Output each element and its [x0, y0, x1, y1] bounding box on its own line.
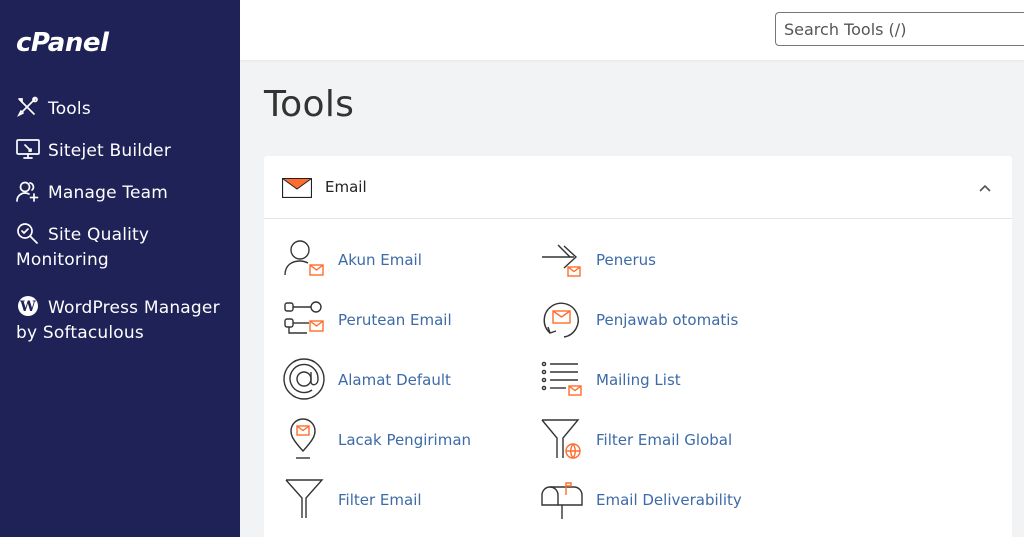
tool-email-routing[interactable]: Perutean Email: [282, 297, 532, 345]
default-address-icon: [282, 357, 326, 401]
chevron-up-icon[interactable]: [978, 180, 992, 194]
global-filter-icon: [540, 417, 584, 461]
tool-default-address[interactable]: Alamat Default: [282, 357, 532, 405]
page-title: Tools: [264, 84, 355, 125]
tool-label: Akun Email: [338, 251, 422, 269]
track-delivery-icon: [282, 417, 326, 461]
sidebar: cPanel Tools Sitejet Builder Manage Team: [0, 0, 240, 537]
tool-label: Penjawab otomatis: [596, 311, 739, 329]
sidebar-nav: Tools Sitejet Builder Manage Team Site Q…: [0, 88, 240, 354]
tool-label: Penerus: [596, 251, 656, 269]
email-section: Email Akun Email Penerus Perutean Email …: [264, 156, 1012, 537]
tool-label: Filter Email: [338, 491, 422, 509]
tool-label: Perutean Email: [338, 311, 452, 329]
magnifier-icon: [16, 222, 42, 244]
wordpress-icon: W: [16, 295, 42, 317]
mailbox-icon: [540, 477, 584, 521]
tools-icon: [16, 96, 42, 118]
sidebar-item-label: Manage Team: [48, 183, 169, 203]
section-title: Email: [325, 178, 367, 196]
search-input[interactable]: [775, 12, 1024, 46]
tool-email-deliverability[interactable]: Email Deliverability: [540, 477, 790, 525]
sidebar-item-manage-team[interactable]: Manage Team: [0, 172, 240, 214]
tool-email-filters[interactable]: Filter Email: [282, 477, 532, 525]
tool-label: Email Deliverability: [596, 491, 742, 509]
top-bar: [240, 0, 1024, 60]
tool-forwarders[interactable]: Penerus: [540, 237, 790, 285]
tool-email-accounts[interactable]: Akun Email: [282, 237, 532, 285]
cpanel-logo[interactable]: cPanel: [16, 28, 109, 58]
tool-label: Alamat Default: [338, 371, 451, 389]
email-section-header[interactable]: Email: [264, 156, 1012, 219]
autoresponders-icon: [540, 297, 584, 341]
sidebar-item-site-quality-monitoring[interactable]: Site Quality Monitoring: [0, 214, 240, 281]
email-accounts-icon: [282, 237, 326, 281]
tool-label: Filter Email Global: [596, 431, 733, 449]
tool-autoresponders[interactable]: Penjawab otomatis: [540, 297, 790, 345]
email-filter-icon: [282, 477, 326, 521]
envelope-icon: [280, 177, 314, 199]
sidebar-item-label: Tools: [48, 99, 91, 119]
tool-label: Lacak Pengiriman: [338, 431, 472, 449]
team-icon: [16, 180, 42, 202]
sidebar-item-label: Sitejet Builder: [48, 141, 172, 161]
tool-track-delivery[interactable]: Lacak Pengiriman: [282, 417, 532, 465]
tool-label: Mailing List: [596, 371, 681, 389]
sidebar-item-tools[interactable]: Tools: [0, 88, 240, 130]
tool-mailing-list[interactable]: Mailing List: [540, 357, 790, 405]
svg-text:W: W: [19, 299, 36, 315]
forwarders-icon: [540, 237, 584, 281]
tool-global-email-filters[interactable]: Filter Email Global: [540, 417, 790, 465]
sidebar-item-sitejet-builder[interactable]: Sitejet Builder: [0, 130, 240, 172]
sidebar-item-wordpress-manager[interactable]: W WordPress Manager by Softaculous: [0, 287, 240, 354]
monitor-icon: [16, 138, 42, 160]
mailing-list-icon: [540, 357, 584, 401]
sidebar-item-label: WordPress Manager by Softaculous: [16, 298, 220, 343]
email-routing-icon: [282, 297, 326, 341]
